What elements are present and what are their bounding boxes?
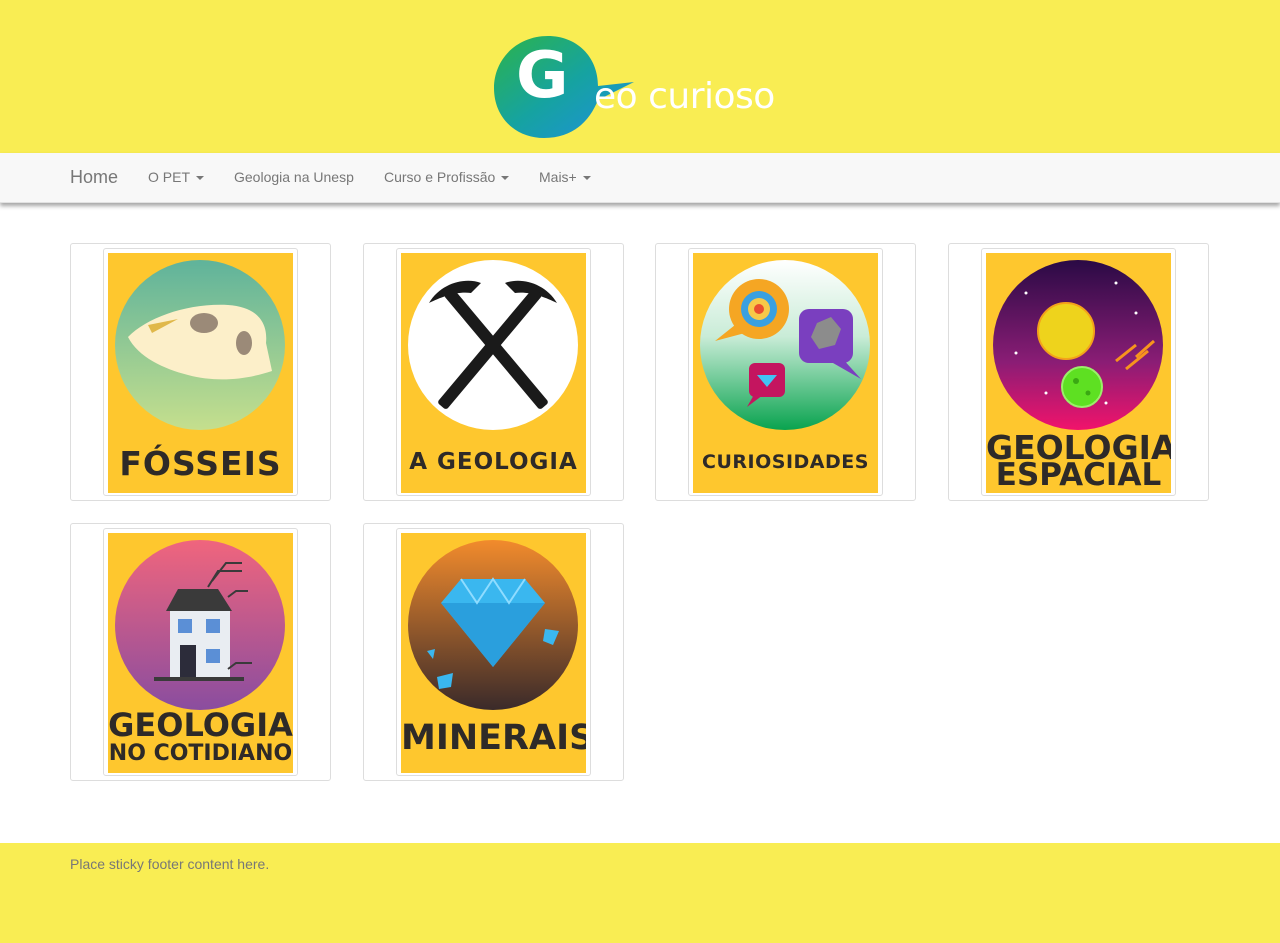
poster-title: MINERAIS bbox=[401, 718, 586, 758]
nav-o-pet-dropdown[interactable]: O PET bbox=[148, 153, 205, 202]
poster-geologia-no-cotidiano[interactable]: GEOLOGIA NO COTIDIANO bbox=[108, 533, 293, 773]
poster-title-line1: GEOLOGIA bbox=[108, 706, 293, 744]
geocurioso-logo[interactable]: G eo curioso bbox=[494, 34, 775, 140]
sticky-footer: Place sticky footer content here. bbox=[0, 843, 1280, 943]
main-navbar: Home O PET Geologia na Unesp Curso e Pro… bbox=[0, 153, 1280, 203]
poster-title-line2: ESPACIAL bbox=[995, 457, 1162, 493]
poster-minerais[interactable]: MINERAIS bbox=[401, 533, 586, 773]
thumbnail-frame: GEOLOGIA ESPACIAL bbox=[981, 248, 1176, 496]
poster-title: FÓSSEIS bbox=[119, 444, 282, 483]
thumbnail-frame: GEOLOGIA NO COTIDIANO bbox=[103, 528, 298, 776]
poster-title: CURIOSIDADES bbox=[702, 451, 869, 473]
poster-geologia-espacial[interactable]: GEOLOGIA ESPACIAL bbox=[986, 253, 1171, 493]
nav-mais-label: Mais+ bbox=[539, 169, 577, 185]
poster-a-geologia[interactable]: A GEOLOGIA bbox=[401, 253, 586, 493]
card-geologia-no-cotidiano[interactable]: GEOLOGIA NO COTIDIANO bbox=[70, 523, 331, 781]
nav-mais-dropdown[interactable]: Mais+ bbox=[539, 153, 591, 202]
card-fosseis[interactable]: FÓSSEIS bbox=[70, 243, 331, 501]
nav-home-link[interactable]: Home bbox=[70, 153, 118, 202]
logo-text: eo curioso bbox=[594, 76, 775, 117]
footer-text: Place sticky footer content here. bbox=[70, 856, 270, 872]
caret-down-icon bbox=[582, 176, 591, 181]
site-header: G eo curioso bbox=[0, 0, 1280, 153]
card-a-geologia[interactable]: A GEOLOGIA bbox=[363, 243, 624, 501]
card-minerais[interactable]: MINERAIS bbox=[363, 523, 624, 781]
caret-down-icon bbox=[501, 176, 510, 181]
thumbnail-frame: FÓSSEIS bbox=[103, 248, 298, 496]
caret-down-icon bbox=[196, 176, 205, 181]
card-curiosidades[interactable]: CURIOSIDADES bbox=[655, 243, 916, 501]
card-geologia-espacial[interactable]: GEOLOGIA ESPACIAL bbox=[948, 243, 1209, 501]
poster-title-line2: NO COTIDIANO bbox=[108, 741, 293, 766]
thumbnail-frame: MINERAIS bbox=[396, 528, 591, 776]
thumbnail-frame: CURIOSIDADES bbox=[688, 248, 883, 496]
poster-title: A GEOLOGIA bbox=[409, 449, 578, 475]
poster-fosseis[interactable]: FÓSSEIS bbox=[108, 253, 293, 493]
poster-curiosidades[interactable]: CURIOSIDADES bbox=[693, 253, 878, 493]
logo-letter-g: G bbox=[516, 39, 569, 113]
thumbnail-frame: A GEOLOGIA bbox=[396, 248, 591, 496]
nav-curso-profissao-dropdown[interactable]: Curso e Profissão bbox=[384, 153, 510, 202]
nav-geologia-unesp-link[interactable]: Geologia na Unesp bbox=[234, 153, 354, 202]
nav-curso-profissao-label: Curso e Profissão bbox=[384, 169, 496, 185]
nav-geologia-unesp-label: Geologia na Unesp bbox=[234, 169, 354, 185]
nav-o-pet-label: O PET bbox=[148, 169, 191, 185]
